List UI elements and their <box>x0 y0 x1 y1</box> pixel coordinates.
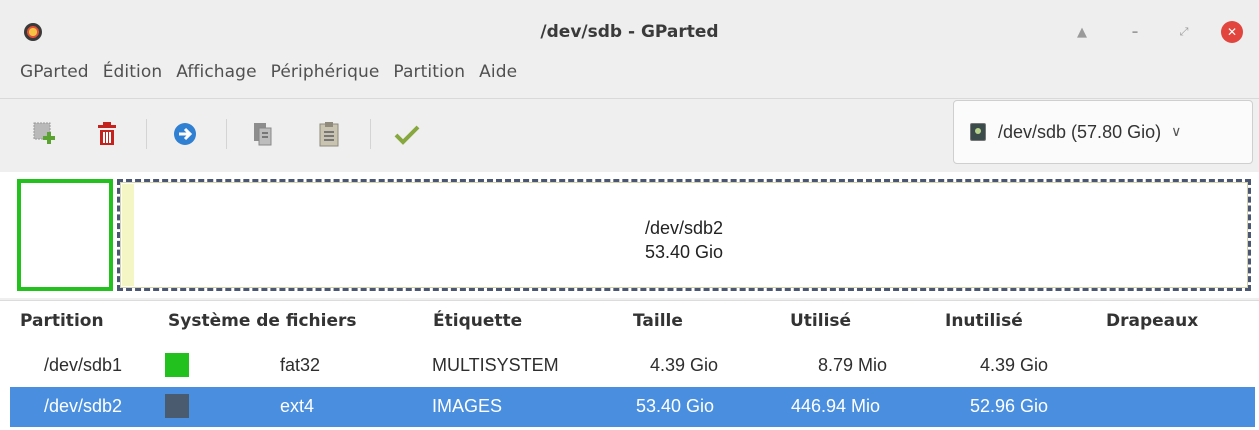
paste-button[interactable] <box>314 119 344 149</box>
menu-bar: GParted Édition Affichage Périphérique P… <box>0 58 1259 88</box>
menu-affichage[interactable]: Affichage <box>170 58 264 88</box>
chevron-down-icon: ∨ <box>1171 124 1182 140</box>
column-header-filesystem[interactable]: Système de fichiers <box>168 311 357 331</box>
maximize-button[interactable]: ⤢ <box>1173 21 1195 43</box>
new-partition-button[interactable] <box>30 119 60 149</box>
column-header-label[interactable]: Étiquette <box>433 311 522 331</box>
cell-filesystem: fat32 <box>280 355 321 375</box>
delete-partition-button[interactable] <box>92 119 122 149</box>
cell-used: 446.94 Mio <box>791 396 881 416</box>
cell-filesystem: ext4 <box>280 396 315 416</box>
cell-partition: /dev/sdb2 <box>44 396 123 416</box>
minimize-button[interactable]: – <box>1124 21 1146 43</box>
menu-peripherique[interactable]: Périphérique <box>265 58 388 88</box>
resize-move-button[interactable] <box>170 119 200 149</box>
cell-size: 53.40 Gio <box>636 396 715 416</box>
table-row[interactable]: /dev/sdb1 fat32 MULTISYSTEM 4.39 Gio 8.7… <box>10 346 1255 386</box>
cell-label: MULTISYSTEM <box>432 355 559 375</box>
menu-edition[interactable]: Édition <box>97 58 171 88</box>
partition-block-size: 53.40 Gio <box>644 242 724 262</box>
device-selector[interactable]: /dev/sdb (57.80 Gio) ∨ <box>953 100 1253 164</box>
column-header-unused[interactable]: Inutilisé <box>945 311 1023 331</box>
checkmark-icon <box>394 125 420 145</box>
new-partition-icon <box>33 122 55 144</box>
partition-block-name: /dev/sdb2 <box>644 218 724 238</box>
cell-unused: 4.39 Gio <box>980 355 1049 375</box>
menu-gparted[interactable]: GParted <box>14 58 97 88</box>
toolbar-separator <box>370 119 371 149</box>
arrow-right-circle-icon <box>174 123 196 145</box>
menu-partition[interactable]: Partition <box>387 58 473 88</box>
disk-icon <box>970 123 986 141</box>
cell-label: IMAGES <box>432 396 503 416</box>
table-row-selected[interactable]: /dev/sdb2 ext4 IMAGES 53.40 Gio 446.94 M… <box>10 387 1255 427</box>
clipboard-icon <box>319 122 339 147</box>
column-header-flags[interactable]: Drapeaux <box>1106 311 1198 331</box>
column-header-used[interactable]: Utilisé <box>790 311 851 331</box>
partition-block-sdb2[interactable]: /dev/sdb2 53.40 Gio <box>117 179 1251 291</box>
trash-icon <box>98 122 116 145</box>
cell-used: 8.79 Mio <box>818 355 888 375</box>
column-header-size[interactable]: Taille <box>633 311 683 331</box>
partition-block-sdb1[interactable] <box>17 179 113 291</box>
cell-size: 4.39 Gio <box>650 355 719 375</box>
menu-aide[interactable]: Aide <box>473 58 525 88</box>
cell-partition: /dev/sdb1 <box>44 355 123 375</box>
copy-icon <box>254 123 272 146</box>
title-bar: /dev/sdb - GParted ▲ – ⤢ ✕ <box>0 0 1259 50</box>
filesystem-color-swatch <box>165 394 189 418</box>
column-header-partition[interactable]: Partition <box>20 311 104 331</box>
cell-unused: 52.96 Gio <box>970 396 1049 416</box>
copy-button[interactable] <box>248 119 278 149</box>
close-button[interactable]: ✕ <box>1221 21 1243 43</box>
eject-icon[interactable]: ▲ <box>1071 21 1093 43</box>
partition-map: /dev/sdb2 53.40 Gio <box>0 172 1259 298</box>
filesystem-color-swatch <box>165 353 189 377</box>
apply-button[interactable] <box>392 119 422 149</box>
toolbar-separator <box>226 119 227 149</box>
toolbar-separator <box>146 119 147 149</box>
table-header: Partition Système de fichiers Étiquette … <box>0 301 1259 345</box>
partition-table: Partition Système de fichiers Étiquette … <box>0 300 1259 430</box>
device-selector-label: /dev/sdb (57.80 Gio) <box>998 121 1162 142</box>
